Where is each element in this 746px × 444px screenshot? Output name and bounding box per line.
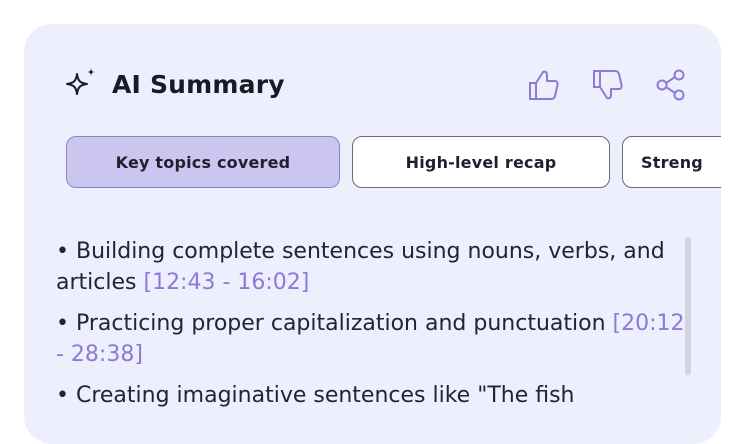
panel-title: AI Summary [112, 69, 285, 99]
summary-tabs: Key topics covered High-level recap Stre… [66, 136, 721, 188]
summary-bullet: • Practicing proper capitalization and p… [56, 308, 686, 370]
ai-summary-card: AI Summary Key topics covered High-level… [24, 24, 721, 444]
content-scrollbar[interactable] [685, 237, 691, 375]
thumbs-up-icon[interactable] [524, 66, 562, 104]
share-icon[interactable] [652, 66, 690, 104]
summary-bullet: • Creating imaginative sentences like "T… [56, 380, 686, 411]
summary-header: AI Summary [64, 66, 714, 110]
feedback-actions [524, 66, 690, 104]
sparkle-icon [64, 66, 100, 102]
title-wrap: AI Summary [64, 66, 285, 102]
timestamp-link[interactable]: [12:43 - 16:02] [143, 270, 309, 295]
tab-key-topics[interactable]: Key topics covered [66, 136, 340, 188]
summary-bullet: • Building complete sentences using noun… [56, 236, 686, 298]
bullet-text: • Practicing proper capitalization and p… [56, 311, 606, 336]
tab-strengths[interactable]: Streng [622, 136, 721, 188]
tab-high-level-recap[interactable]: High-level recap [352, 136, 610, 188]
bullet-text: • Creating imaginative sentences like "T… [56, 383, 575, 408]
summary-content: • Building complete sentences using noun… [56, 236, 686, 421]
thumbs-down-icon[interactable] [588, 66, 626, 104]
